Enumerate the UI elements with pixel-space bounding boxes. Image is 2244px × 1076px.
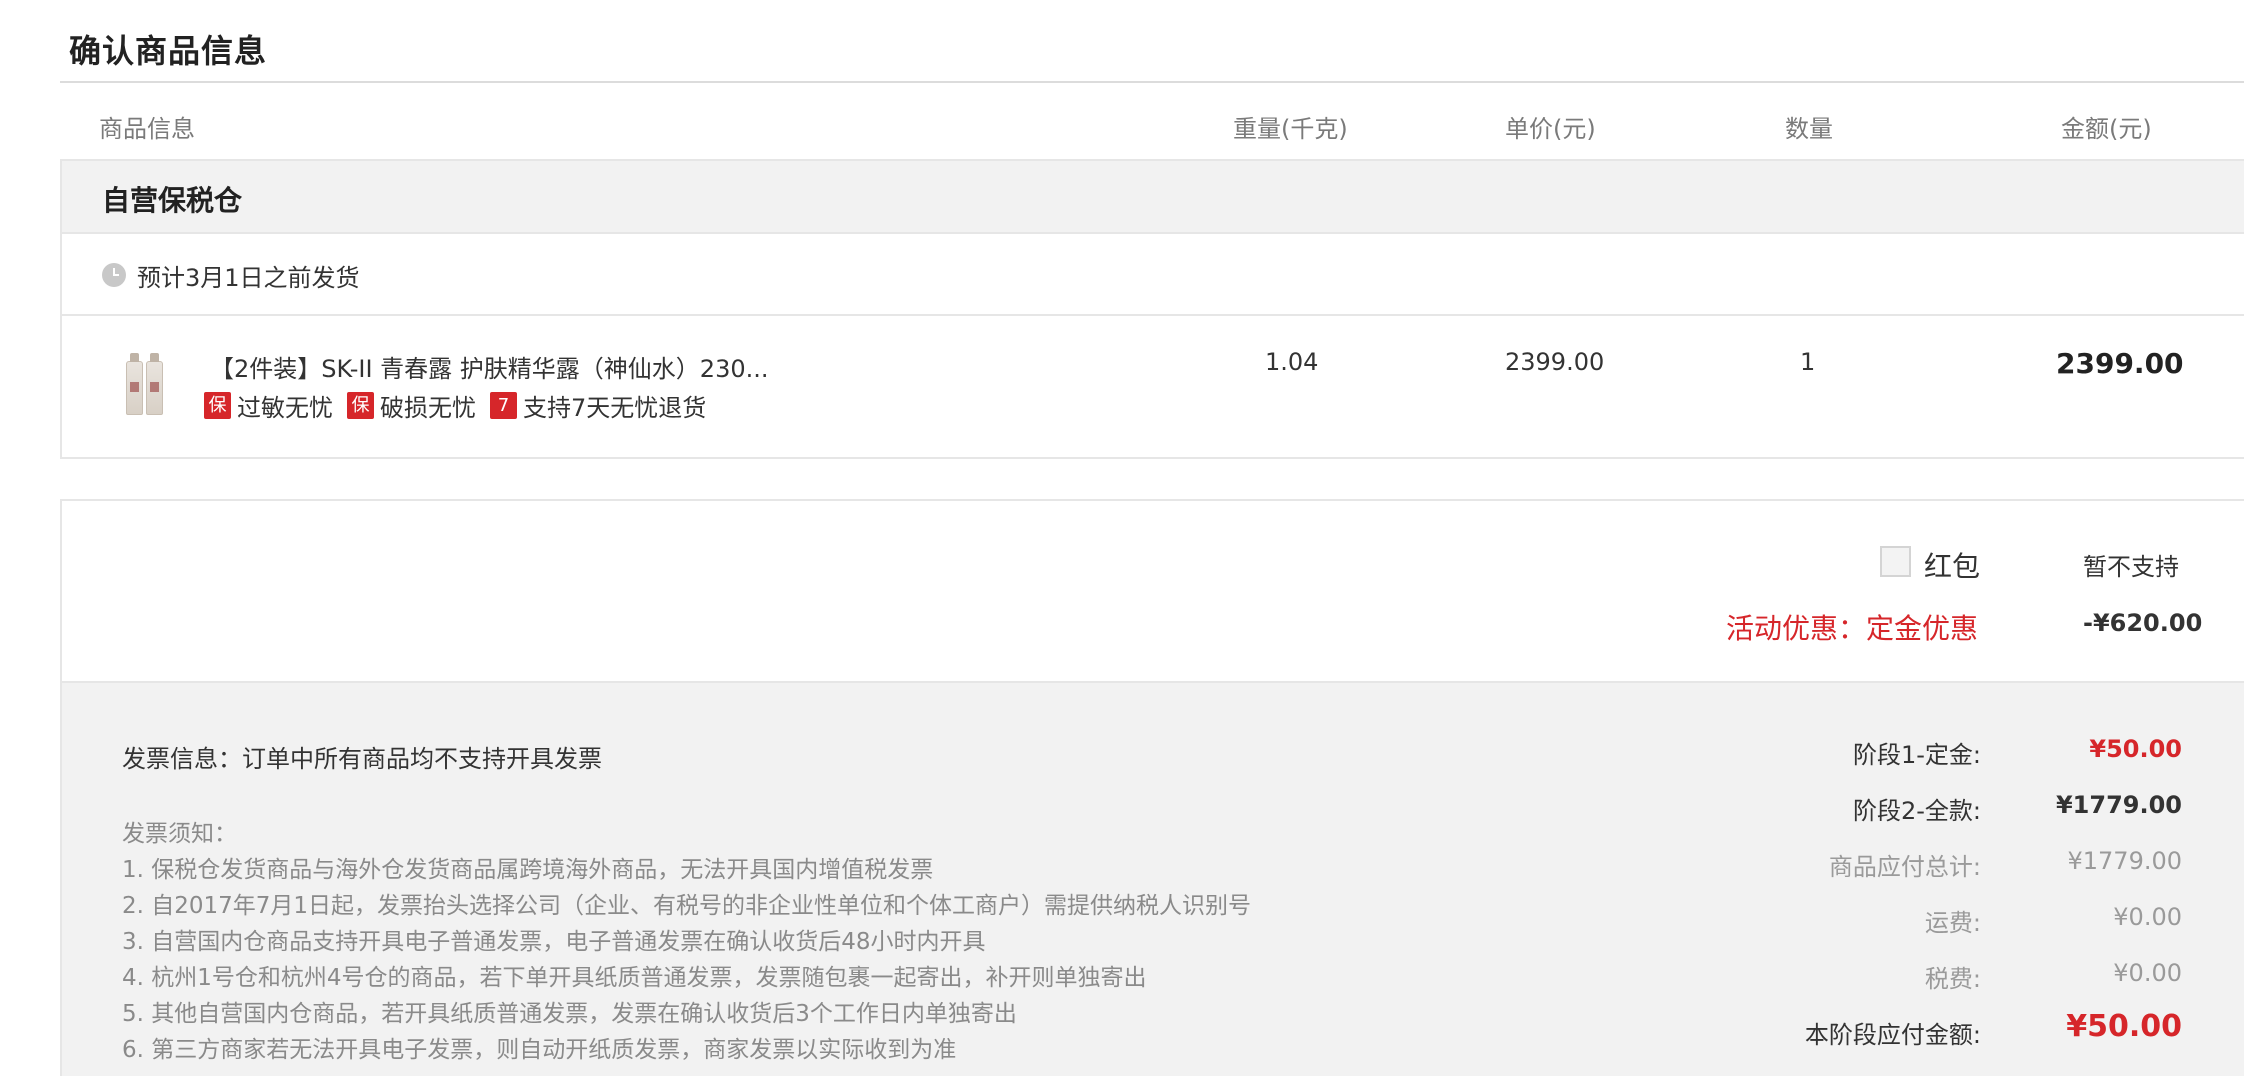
promo-value: -¥620.00 xyxy=(2083,609,2203,637)
invoice-note: 3. 自营国内仓商品支持开具电子普通发票，电子普通发票在确认收货后48小时内开具 xyxy=(122,929,986,955)
order-group: 自营保税仓 预计3月1日之前发货 【2件装】SK-II 青春露 护肤精华露（神仙… xyxy=(60,159,2244,459)
invoice-note: 2. 自2017年7月1日起，发票抬头选择公司（企业、有税号的非企业性单位和个体… xyxy=(122,893,1252,919)
subtotal-value: ¥1779.00 xyxy=(2067,847,2182,875)
header-amount: 金额(元) xyxy=(2061,115,2152,143)
product-amount: 2399.00 xyxy=(2056,347,2184,380)
invoice-info: 发票信息：订单中所有商品均不支持开具发票 xyxy=(122,745,602,773)
shipping-notice-row: 预计3月1日之前发货 xyxy=(62,234,2244,316)
service-tag: 保 过敏无忧 xyxy=(204,388,333,423)
stage1-value: ¥50.00 xyxy=(2089,735,2182,763)
shipping-notice: 预计3月1日之前发货 xyxy=(137,264,360,292)
discount-panel: 红包 暂不支持 活动优惠：定金优惠 -¥620.00 xyxy=(60,499,2244,681)
hongbao-label: 红包 xyxy=(1924,550,1981,583)
invoice-note: 1. 保税仓发货商品与海外仓发货商品属跨境海外商品，无法开具国内增值税发票 xyxy=(122,857,934,883)
service-tag-text: 支持7天无忧退货 xyxy=(523,394,707,422)
page-title: 确认商品信息 xyxy=(69,32,268,70)
product-row: 【2件装】SK-II 青春露 护肤精华露（神仙水）230... 保 过敏无忧 保… xyxy=(62,316,2244,459)
header-product: 商品信息 xyxy=(99,115,195,143)
service-tag: 7 支持7天无忧退货 xyxy=(490,388,706,423)
promo-label: 活动优惠：定金优惠 xyxy=(1726,612,1979,645)
amount-due-label: 本阶段应付金额: xyxy=(1804,1021,1981,1049)
guarantee-badge-icon: 保 xyxy=(204,392,231,419)
tax-value: ¥0.00 xyxy=(2113,959,2182,987)
invoice-notes-title: 发票须知： xyxy=(122,821,237,847)
header-weight: 重量(千克) xyxy=(1233,115,1348,143)
shipping-value: ¥0.00 xyxy=(2113,903,2182,931)
stage1-label: 阶段1-定金: xyxy=(1852,741,1981,769)
header-unit-price: 单价(元) xyxy=(1505,115,1596,143)
stage2-value: ¥1779.00 xyxy=(2055,791,2182,819)
hongbao-checkbox[interactable] xyxy=(1880,546,1911,577)
subtotal-label: 商品应付总计: xyxy=(1828,853,1981,881)
invoice-note: 6. 第三方商家若无法开具电子发票，则自动开纸质发票，商家发票以实际收到为准 xyxy=(122,1037,957,1063)
stage2-label: 阶段2-全款: xyxy=(1852,797,1981,825)
service-tag: 保 破损无忧 xyxy=(347,388,476,423)
invoice-note: 5. 其他自营国内仓商品，若开具纸质普通发票，发票在确认收货后3个工作日内单独寄… xyxy=(122,1001,1017,1027)
warehouse-bar: 自营保税仓 xyxy=(62,161,2244,234)
seven-day-return-badge-icon: 7 xyxy=(490,392,517,419)
product-unit-price: 2399.00 xyxy=(1505,348,1605,376)
service-tag-text: 过敏无忧 xyxy=(237,394,333,422)
clock-icon xyxy=(102,263,126,287)
product-quantity: 1 xyxy=(1800,348,1816,376)
header-quantity: 数量 xyxy=(1785,115,1833,143)
invoice-note: 4. 杭州1号仓和杭州4号仓的商品，若下单开具纸质普通发票，发票随包裹一起寄出，… xyxy=(122,965,1147,991)
guarantee-badge-icon: 保 xyxy=(347,392,374,419)
shipping-label: 运费: xyxy=(1924,909,1981,937)
product-name[interactable]: 【2件装】SK-II 青春露 护肤精华露（神仙水）230... xyxy=(210,349,769,384)
hongbao-value: 暂不支持 xyxy=(2083,553,2179,581)
service-tags: 保 过敏无忧 保 破损无忧 7 支持7天无忧退货 xyxy=(204,388,720,423)
service-tag-text: 破损无忧 xyxy=(380,394,476,422)
tax-label: 税费: xyxy=(1924,965,1981,993)
table-header: 商品信息 重量(千克) 单价(元) 数量 金额(元) xyxy=(60,83,2244,159)
product-weight: 1.04 xyxy=(1265,348,1319,376)
product-thumbnail[interactable] xyxy=(124,349,166,415)
warehouse-name: 自营保税仓 xyxy=(102,184,243,217)
amount-due-value: ¥50.00 xyxy=(2066,1009,2182,1044)
invoice-and-summary-panel: 发票信息：订单中所有商品均不支持开具发票 发票须知： 1. 保税仓发货商品与海外… xyxy=(60,681,2244,1076)
